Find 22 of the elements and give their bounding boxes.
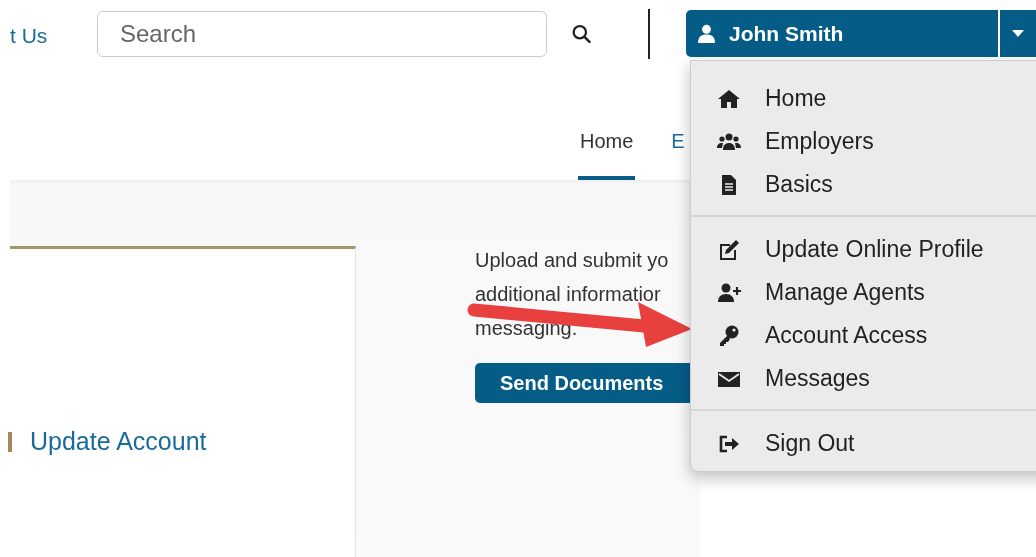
menu-item[interactable]: Home: [691, 77, 1036, 120]
menu-item[interactable]: Sign Out: [691, 422, 1036, 465]
search-field[interactable]: Search: [96, 10, 547, 57]
nav-tab[interactable]: E: [671, 127, 685, 180]
user-icon: [698, 24, 715, 43]
menu-item[interactable]: Manage Agents: [691, 271, 1036, 314]
dropdown-toggle[interactable]: [1000, 10, 1036, 57]
menu-item[interactable]: Employers: [691, 120, 1036, 163]
key-icon: [717, 323, 741, 348]
user-menu-button[interactable]: John Smith: [686, 10, 998, 57]
menu-item[interactable]: Account Access: [691, 314, 1036, 357]
card-icon: [8, 431, 12, 452]
description-text: additional informatior: [475, 282, 661, 307]
update-account-link[interactable]: Update Account: [30, 427, 207, 456]
search-icon[interactable]: [570, 22, 593, 45]
caret-icon: [1012, 30, 1024, 37]
description-text: Upload and submit yo: [475, 248, 669, 273]
menu-item[interactable]: Update Online Profile: [691, 228, 1036, 271]
description-text: messaging.: [475, 316, 578, 341]
contact-link[interactable]: t Us: [10, 23, 87, 48]
edit-icon: [717, 237, 741, 262]
menu-item[interactable]: Basics: [691, 163, 1036, 206]
